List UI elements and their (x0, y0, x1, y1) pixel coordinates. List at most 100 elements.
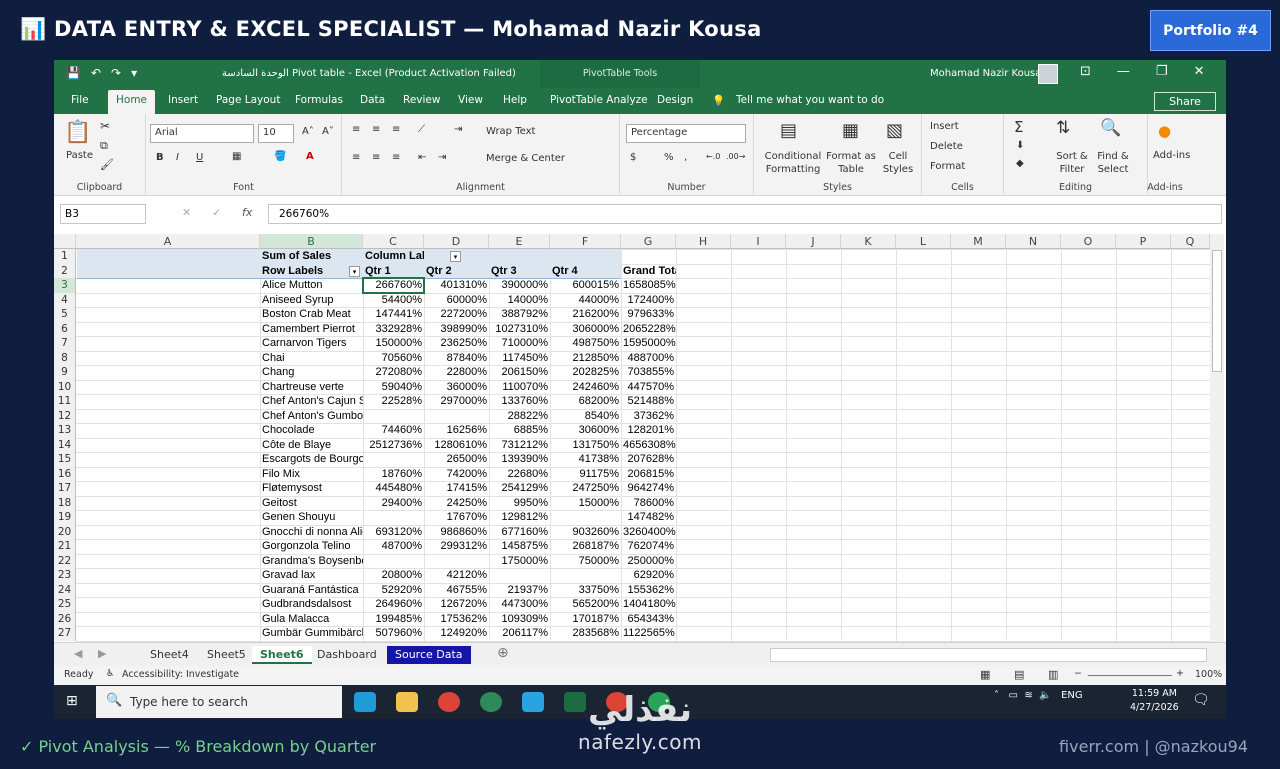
tab-review[interactable]: Review (403, 94, 440, 106)
align-right-icon[interactable]: ≡ (392, 152, 400, 163)
pivot-cell[interactable]: 175000% (491, 554, 550, 569)
tab-design[interactable]: Design (657, 94, 693, 106)
column-header[interactable]: E (489, 234, 550, 249)
pivot-cell[interactable] (426, 409, 489, 424)
row-header[interactable]: 18 (54, 495, 76, 510)
column-header[interactable]: D (424, 234, 489, 249)
pivot-cell[interactable]: 155362% (623, 583, 676, 598)
pivot-cell[interactable]: 1404180% (623, 597, 676, 612)
column-header[interactable]: O (1061, 234, 1116, 249)
tab-pivottable-analyze[interactable]: PivotTable Analyze (550, 94, 648, 106)
pivot-cell[interactable]: Chocolade (262, 423, 363, 438)
pivot-cell[interactable]: 207628% (623, 452, 676, 467)
pivot-cell[interactable]: 117450% (491, 351, 550, 366)
row-header[interactable]: 6 (54, 321, 76, 336)
pivot-cell[interactable]: 147441% (365, 307, 424, 322)
taskbar-clock[interactable]: 11:59 AM 4/27/2026 (1130, 687, 1179, 715)
delete-cells-button[interactable]: Delete (930, 141, 963, 152)
pivot-cell[interactable]: 30600% (552, 423, 621, 438)
pivot-cell[interactable]: Camembert Pierrot (262, 322, 363, 337)
row-header[interactable]: 3 (54, 278, 76, 293)
tell-me-box[interactable]: Tell me what you want to do (736, 94, 884, 106)
pivot-cell[interactable]: 139390% (491, 452, 550, 467)
avatar[interactable] (1038, 64, 1058, 84)
name-box[interactable]: B3 (60, 204, 146, 224)
format-as-table-icon[interactable]: ▦ (842, 120, 859, 141)
pivot-cell[interactable]: 332928% (365, 322, 424, 337)
pivot-cell[interactable]: Row Labels (262, 264, 363, 279)
currency-button[interactable]: $ (630, 152, 636, 163)
pivot-cell[interactable]: 68200% (552, 394, 621, 409)
pivot-cell[interactable]: 29400% (365, 496, 424, 511)
pivot-cell[interactable]: Qtr 4 (552, 264, 621, 279)
column-header[interactable]: J (786, 234, 841, 249)
fill-icon[interactable]: ⬇ (1016, 140, 1024, 151)
pivot-cell[interactable]: Gnocchi di nonna Alice (262, 525, 363, 540)
pivot-cell[interactable]: 74460% (365, 423, 424, 438)
pivot-cell[interactable]: Filo Mix (262, 467, 363, 482)
pivot-cell[interactable]: 22528% (365, 394, 424, 409)
pivot-cell[interactable]: 33750% (552, 583, 621, 598)
column-header[interactable]: K (841, 234, 896, 249)
pivot-cell[interactable]: 41738% (552, 452, 621, 467)
pivot-cell[interactable]: Chartreuse verte (262, 380, 363, 395)
vertical-scrollbar[interactable] (1210, 234, 1224, 642)
pivot-cell[interactable]: 60000% (426, 293, 489, 308)
pivot-cell[interactable]: Qtr 2 (426, 264, 489, 279)
pivot-cell[interactable]: Gravad lax (262, 568, 363, 583)
pivot-cell[interactable]: 206117% (491, 626, 550, 641)
font-size-select[interactable]: 10 (258, 124, 294, 143)
find-select-icon[interactable]: 🔍 (1100, 118, 1121, 138)
pivot-cell[interactable]: 9950% (491, 496, 550, 511)
pivot-cell[interactable]: 18760% (365, 467, 424, 482)
pivot-cell[interactable]: 1658085% (623, 278, 676, 293)
pivot-cell[interactable]: 1027310% (491, 322, 550, 337)
row-header[interactable]: 12 (54, 408, 76, 423)
pivot-cell[interactable]: Sum of Sales (262, 249, 363, 264)
normal-view-icon[interactable]: ▦ (980, 668, 990, 681)
user-name[interactable]: Mohamad Nazir Kousa (930, 68, 1041, 79)
pivot-cell[interactable]: Carnarvon Tigers (262, 336, 363, 351)
pivot-cell[interactable]: Côte de Blaye (262, 438, 363, 453)
insert-cells-button[interactable]: Insert (930, 121, 959, 132)
decrease-indent-icon[interactable]: ⇤ (418, 152, 426, 163)
number-format-select[interactable]: Percentage (626, 124, 746, 143)
row-header[interactable]: 9 (54, 365, 76, 380)
pivot-cell[interactable]: 299312% (426, 539, 489, 554)
pivot-cell[interactable]: 212850% (552, 351, 621, 366)
paste-icon[interactable]: 📋 (64, 120, 91, 145)
close-icon[interactable]: ✕ (1194, 64, 1205, 79)
grow-font-icon[interactable]: A˄ (302, 126, 314, 137)
pivot-cell[interactable]: Qtr 1 (365, 264, 424, 279)
edge-icon[interactable] (354, 692, 376, 712)
pivot-cell[interactable]: 70560% (365, 351, 424, 366)
font-color-icon[interactable]: A (306, 151, 314, 162)
row-header[interactable]: 24 (54, 582, 76, 597)
align-middle-icon[interactable]: ≡ (372, 124, 380, 135)
notifications-icon[interactable]: 🗨 (1192, 692, 1210, 708)
sort-filter-button[interactable]: Sort & Filter (1054, 150, 1090, 176)
zoom-level[interactable]: 100% (1195, 669, 1222, 680)
align-top-icon[interactable]: ≡ (352, 124, 360, 135)
pivot-cell[interactable]: 2065228% (623, 322, 676, 337)
pivot-cell[interactable]: 306000% (552, 322, 621, 337)
pivot-cell[interactable]: 677160% (491, 525, 550, 540)
pivot-cell[interactable]: 17670% (426, 510, 489, 525)
tab-formulas[interactable]: Formulas (295, 94, 343, 106)
row-header[interactable]: 26 (54, 611, 76, 626)
pivot-cell[interactable]: 272080% (365, 365, 424, 380)
row-header[interactable]: 10 (54, 379, 76, 394)
pivot-cell[interactable]: 54400% (365, 293, 424, 308)
tab-view[interactable]: View (458, 94, 483, 106)
scroll-thumb[interactable] (1212, 250, 1222, 372)
pivot-cell[interactable]: Chai (262, 351, 363, 366)
pivot-cell[interactable]: Chef Anton's Cajun Seasoning (262, 394, 363, 409)
pivot-cell[interactable]: 216200% (552, 307, 621, 322)
conditional-formatting-button[interactable]: Conditional Formatting (762, 150, 824, 176)
pivot-cell[interactable]: 22680% (491, 467, 550, 482)
row-header[interactable]: 2 (54, 263, 76, 278)
orientation-icon[interactable]: ⟋ (418, 124, 425, 135)
pivot-cell[interactable]: Chef Anton's Gumbo Mix (262, 409, 363, 424)
sheet-tab-sheet6[interactable]: Sheet6 (252, 646, 312, 664)
pivot-cell[interactable]: 498750% (552, 336, 621, 351)
